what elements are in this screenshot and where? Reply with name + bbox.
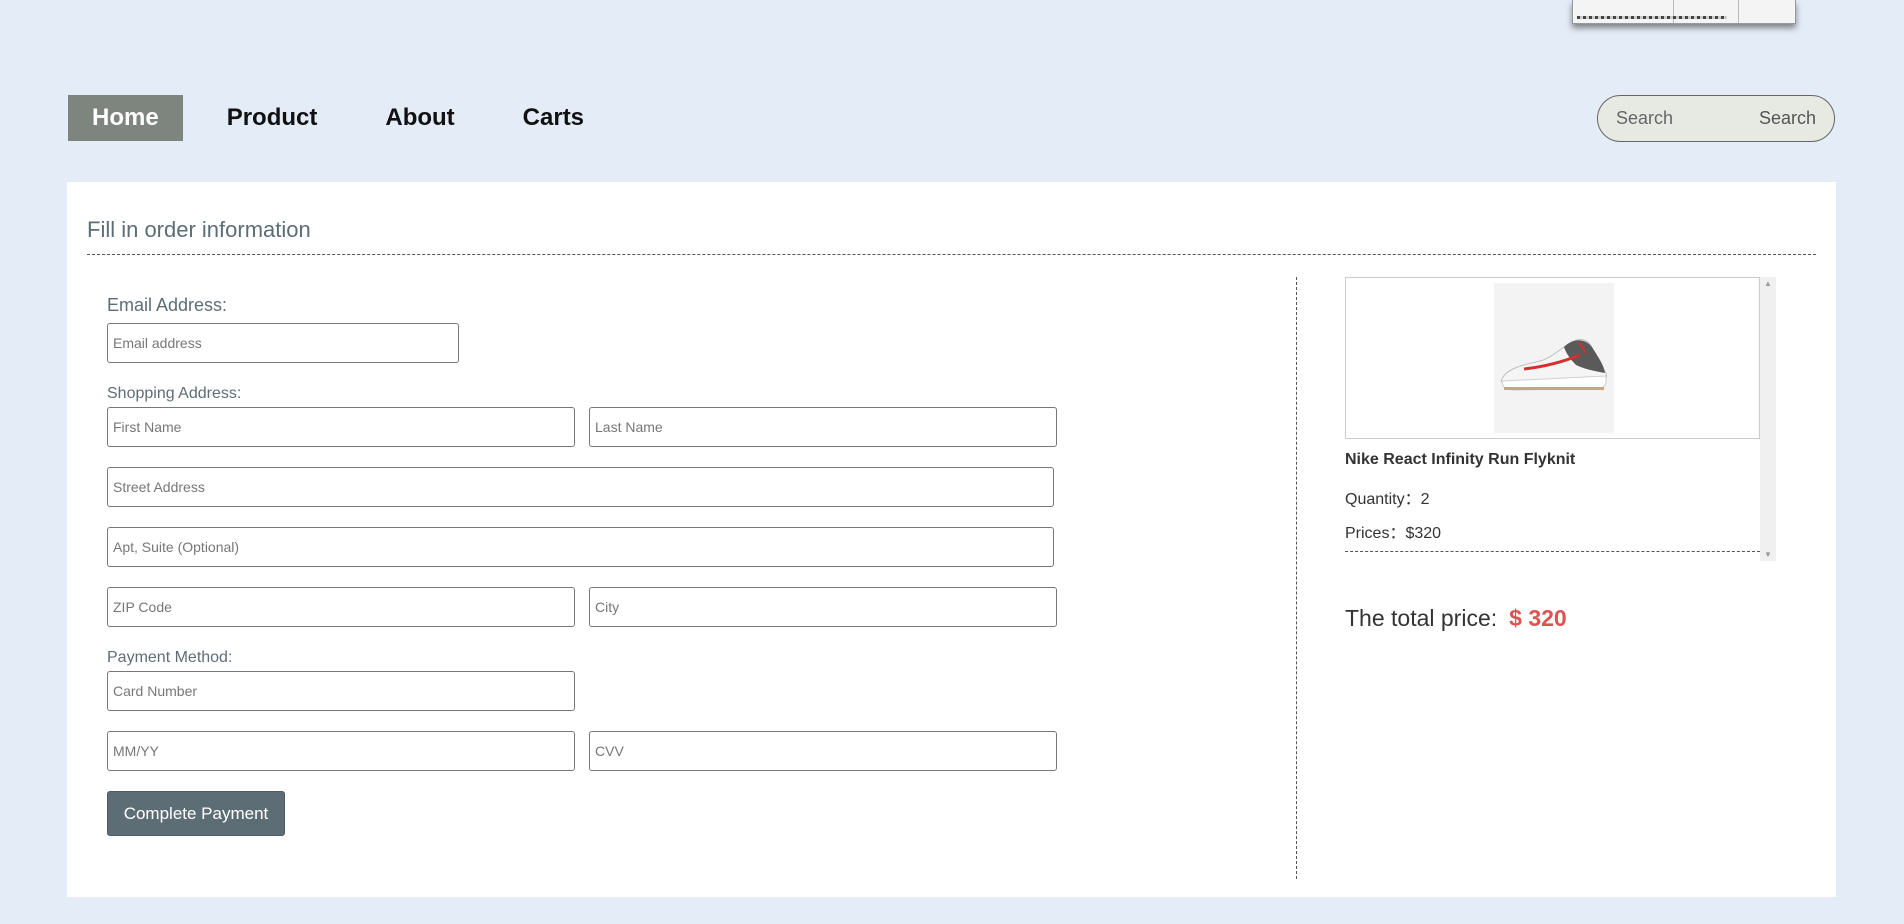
product-image: [1494, 283, 1614, 433]
payment-method-label: Payment Method:: [107, 649, 233, 666]
search-input[interactable]: [1616, 108, 1746, 129]
first-name-field[interactable]: [107, 407, 575, 447]
nav-about[interactable]: About: [361, 95, 478, 141]
scroll-down-icon[interactable]: ▼: [1760, 550, 1776, 559]
cart-item-divider: [1345, 551, 1760, 552]
title-divider: [87, 254, 1816, 255]
cart-item-quantity: Quantity：2: [1345, 491, 1430, 508]
cart-item-price: Prices：$320: [1345, 525, 1442, 542]
complete-payment-button[interactable]: Complete Payment: [107, 791, 285, 836]
email-field[interactable]: [107, 323, 459, 363]
card-number-field[interactable]: [107, 671, 575, 711]
nav-home[interactable]: Home: [68, 95, 183, 141]
expiry-field[interactable]: [107, 731, 575, 771]
main-nav: Home Product About Carts: [68, 95, 628, 141]
street-address-field[interactable]: [107, 467, 1054, 507]
cvv-field[interactable]: [589, 731, 1057, 771]
total-price-value: $ 320: [1509, 605, 1567, 631]
cart-item-name: Nike React Infinity Run Flyknit: [1345, 451, 1576, 468]
city-field[interactable]: [589, 587, 1057, 627]
scroll-up-icon[interactable]: ▲: [1760, 279, 1776, 288]
search-button[interactable]: Search: [1759, 108, 1816, 129]
total-price-label: The total price:: [1345, 605, 1498, 631]
nav-product[interactable]: Product: [203, 95, 342, 141]
zip-code-field[interactable]: [107, 587, 575, 627]
total-price: The total price: $ 320: [1345, 605, 1567, 632]
page-title: Fill in order information: [87, 217, 311, 242]
cart-items-list[interactable]: Nike React Infinity Run Flyknit Quantity…: [1345, 277, 1776, 561]
search-box: Search: [1597, 95, 1835, 142]
last-name-field[interactable]: [589, 407, 1057, 447]
product-image-frame: [1345, 277, 1760, 439]
apt-suite-field[interactable]: [107, 527, 1054, 567]
shipping-address-label: Shopping Address:: [107, 385, 242, 402]
cart-scrollbar[interactable]: ▲ ▼: [1760, 277, 1776, 561]
email-label: Email Address:: [107, 295, 228, 315]
window-thumbnail: [1572, 0, 1796, 24]
nav-carts[interactable]: Carts: [499, 95, 608, 141]
vertical-divider: [1296, 277, 1297, 879]
shoe-image: [1501, 338, 1607, 391]
